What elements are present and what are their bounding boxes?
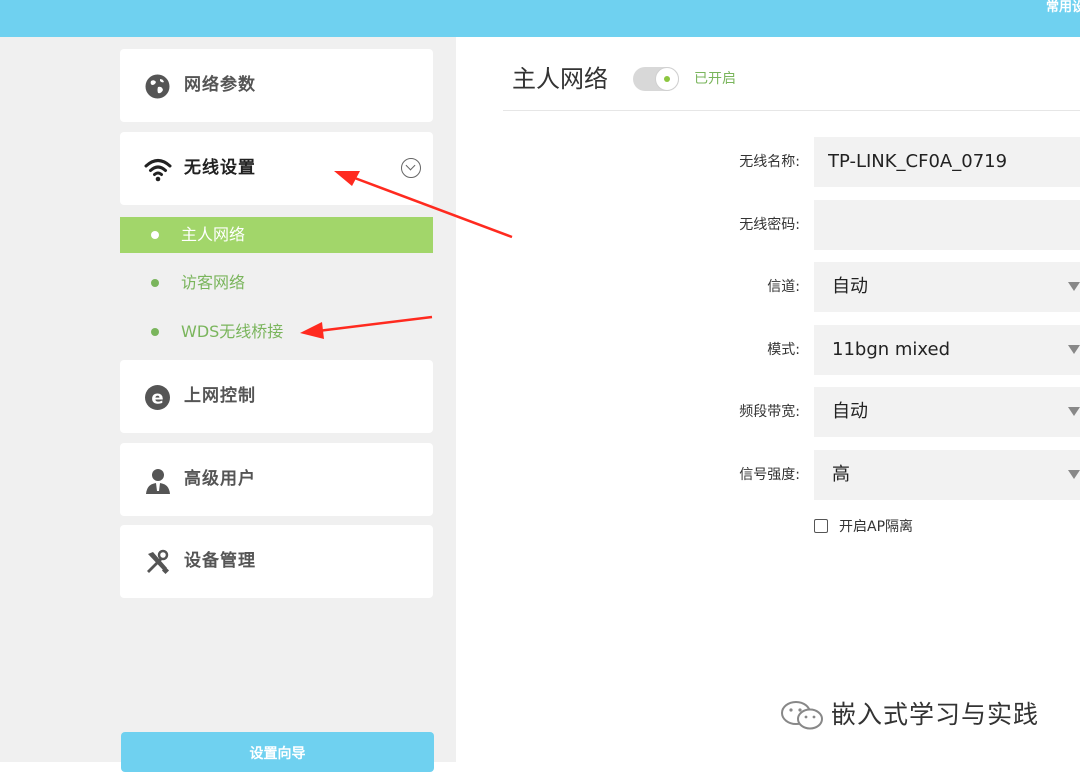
dropdown-arrow-icon xyxy=(1068,407,1080,416)
setup-wizard-button[interactable]: 设置向导 xyxy=(121,732,434,772)
top-right-link[interactable]: 常用设置 xyxy=(1046,0,1080,15)
tools-icon xyxy=(144,549,171,576)
watermark: 嵌入式学习与实践 xyxy=(779,698,1038,732)
password-label: 无线密码: xyxy=(739,217,800,233)
wifi-icon xyxy=(144,156,172,183)
submenu-item-label: 访客网络 xyxy=(181,273,246,292)
sidebar-item-label: 高级用户 xyxy=(184,469,256,489)
page-title: 主人网络 xyxy=(512,65,608,93)
password-input[interactable] xyxy=(814,200,1080,250)
chevron-down-icon[interactable] xyxy=(401,158,421,178)
mode-select[interactable]: 11bgn mixed xyxy=(814,325,1080,375)
watermark-text: 嵌入式学习与实践 xyxy=(831,700,1040,729)
sidebar-item-advanced-user[interactable]: 高级用户 xyxy=(120,443,433,516)
network-toggle[interactable] xyxy=(633,67,679,91)
signal-strength-select[interactable]: 高 xyxy=(814,450,1080,500)
dropdown-arrow-icon xyxy=(1068,470,1080,479)
globe-icon xyxy=(144,73,171,100)
top-bar: 常用设置 xyxy=(0,0,1080,37)
submenu-item-host-network[interactable]: 主人网络 xyxy=(120,217,433,253)
sidebar-item-label: 无线设置 xyxy=(184,158,256,178)
bullet-icon xyxy=(151,231,159,239)
sidebar-item-network-params[interactable]: 网络参数 xyxy=(120,49,433,122)
submenu-item-guest-network[interactable]: 访客网络 xyxy=(120,265,433,301)
mode-value: 11bgn mixed xyxy=(832,339,951,360)
bandwidth-label: 频段带宽: xyxy=(739,404,800,420)
ap-isolation-checkbox[interactable] xyxy=(814,519,828,533)
wechat-icon xyxy=(779,701,827,736)
ssid-label: 无线名称: xyxy=(739,154,800,170)
svg-text:e: e xyxy=(151,388,163,409)
signal-strength-value: 高 xyxy=(832,464,850,485)
toggle-status: 已开启 xyxy=(694,71,736,87)
sidebar-item-label: 设备管理 xyxy=(184,551,256,571)
sidebar-item-wireless-settings[interactable]: 无线设置 xyxy=(120,132,433,205)
channel-label: 信道: xyxy=(767,279,800,295)
ap-isolation-label: 开启AP隔离 xyxy=(839,519,914,535)
signal-strength-label: 信号强度: xyxy=(739,467,800,483)
submenu-item-label: 主人网络 xyxy=(181,225,246,244)
channel-select[interactable]: 自动 xyxy=(814,262,1080,312)
bandwidth-value: 自动 xyxy=(832,401,868,422)
mode-label: 模式: xyxy=(767,342,800,358)
submenu-item-label: WDS无线桥接 xyxy=(181,322,284,341)
user-icon xyxy=(144,467,171,494)
sidebar-item-device-management[interactable]: 设备管理 xyxy=(120,525,433,598)
bullet-icon xyxy=(151,279,159,287)
channel-value: 自动 xyxy=(832,276,868,297)
title-divider xyxy=(503,110,1080,111)
dropdown-arrow-icon xyxy=(1068,345,1080,354)
bandwidth-select[interactable]: 自动 xyxy=(814,387,1080,437)
submenu-item-wds-bridge[interactable]: WDS无线桥接 xyxy=(120,314,433,350)
ssid-input[interactable] xyxy=(814,137,1080,187)
sidebar-item-label: 上网控制 xyxy=(184,386,256,406)
sidebar-item-internet-control[interactable]: e 上网控制 xyxy=(120,360,433,433)
bullet-icon xyxy=(151,328,159,336)
sidebar-item-label: 网络参数 xyxy=(184,75,256,95)
toggle-knob xyxy=(655,67,679,91)
internet-e-icon: e xyxy=(144,384,171,411)
dropdown-arrow-icon xyxy=(1068,282,1080,291)
